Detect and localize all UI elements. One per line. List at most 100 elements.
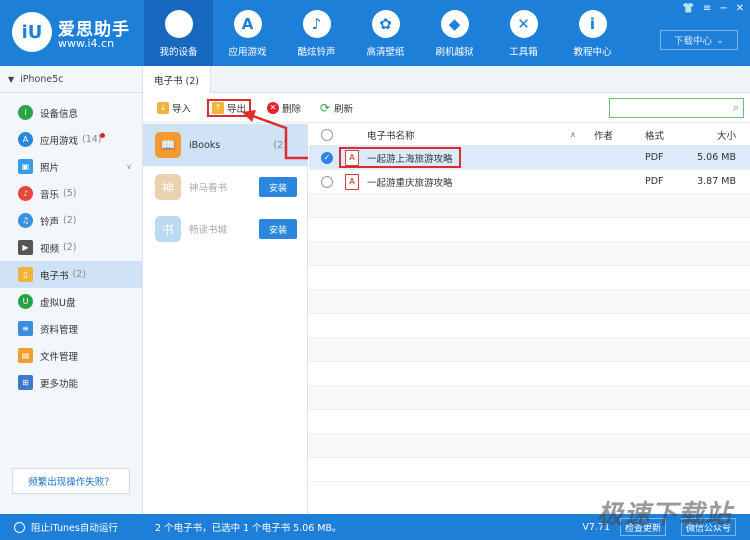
ebook-table: 电子书名称 ∧ 作者 格式 大小 ✓ A 一起游上海旅游攻略 PDF 5.06 … [309, 124, 750, 514]
sidebar-item-data-management[interactable]: ≡ 资料管理 [0, 315, 142, 342]
photo-icon: ▣ [18, 159, 33, 174]
download-center-button[interactable]: 下载中心 ⌄ [660, 30, 738, 50]
sidebar-menu: i 设备信息 A 应用游戏 (14) ▣ 照片 ∨ ♪ 音乐 (5) ♫ 铃声 … [0, 93, 142, 396]
chevron-down-icon[interactable]: ∨ [126, 162, 132, 171]
ebook-size: 5.06 MB [697, 152, 736, 163]
nav-toolbox[interactable]: ✕ 工具箱 [489, 0, 558, 66]
sidebar-item-more[interactable]: ⊞ 更多功能 [0, 369, 142, 396]
music-icon: ♪ [18, 186, 33, 201]
sidebar-item-file-management[interactable]: ▤ 文件管理 [0, 342, 142, 369]
app-header: iU 爱思助手 www.i4.cn 我的设备 A 应用游戏 ♪ 酷炫铃声 ✿ 高… [0, 0, 750, 66]
toolbar: ↓ 导入 ↑ 导出 ✕ 删除 ⟳ 刷新 ⌕ [143, 93, 750, 123]
search-box: ⌕ [609, 98, 744, 118]
dropbox-icon: ◆ [440, 10, 469, 38]
header-name[interactable]: 电子书名称 [367, 128, 415, 142]
sidebar-item-music[interactable]: ♪ 音乐 (5) [0, 180, 142, 207]
table-row[interactable]: A 一起游重庆旅游攻略 PDF 3.87 MB [309, 170, 750, 194]
empty-row [309, 410, 750, 434]
delete-button[interactable]: ✕ 删除 [265, 99, 303, 117]
close-icon[interactable]: ✕ [736, 3, 744, 14]
itunes-label: 阻止iTunes自动运行 [31, 523, 118, 534]
sidebar-item-videos[interactable]: ▶ 视频 (2) [0, 234, 142, 261]
header-format[interactable]: 格式 [645, 128, 664, 142]
nav-ringtones[interactable]: ♪ 酷炫铃声 [282, 0, 351, 66]
reader-app-list: 📖 iBooks (2) 神 神马看书 安装 书 畅读书城 安装 [143, 124, 308, 514]
nav-tutorials[interactable]: i 教程中心 [558, 0, 627, 66]
nav-label: 教程中心 [573, 47, 612, 58]
nav-wallpapers[interactable]: ✿ 高清壁纸 [351, 0, 420, 66]
sidebar-item-device-info[interactable]: i 设备信息 [0, 99, 142, 126]
sidebar-item-label: 设备信息 [40, 108, 79, 120]
device-selector[interactable]: ▼ iPhone5c [0, 66, 142, 93]
nav-label: 酷炫铃声 [297, 47, 336, 58]
file-icon: ▤ [18, 348, 33, 363]
sidebar-item-ringtones[interactable]: ♫ 铃声 (2) [0, 207, 142, 234]
block-itunes-toggle[interactable]: 阻止iTunes自动运行 [0, 520, 143, 534]
sidebar-item-label: 音乐 [40, 189, 60, 201]
sort-asc-icon[interactable]: ∧ [570, 130, 576, 139]
caret-down-icon: ▼ [8, 74, 15, 84]
table-row[interactable]: ✓ A 一起游上海旅游攻略 PDF 5.06 MB [309, 146, 750, 170]
select-all-checkbox[interactable] [321, 128, 333, 141]
radio-icon [14, 521, 25, 533]
sidebar-item-photos[interactable]: ▣ 照片 ∨ [0, 153, 142, 180]
search-input[interactable] [612, 100, 733, 116]
empty-row [309, 266, 750, 290]
app-changdu[interactable]: 书 畅读书城 安装 [143, 208, 307, 250]
refresh-button[interactable]: ⟳ 刷新 [317, 99, 355, 117]
sidebar-item-label: 文件管理 [40, 351, 79, 363]
nav-flash-jailbreak[interactable]: ◆ 刷机越狱 [420, 0, 489, 66]
logo-icon: iU [12, 12, 52, 52]
sidebar-item-count: (5) [63, 188, 77, 199]
feedback-button[interactable]: 频繁出现操作失败？ [12, 468, 130, 494]
nav-label: 我的设备 [159, 47, 198, 58]
changdu-app-icon: 书 [155, 216, 181, 242]
menu-icon[interactable]: ≡ [703, 3, 711, 14]
tab-ebooks[interactable]: 电子书 (2) [143, 66, 211, 94]
info-icon: i [18, 105, 33, 120]
export-button[interactable]: ↑ 导出 [207, 98, 252, 117]
empty-row [309, 242, 750, 266]
shirt-icon[interactable]: 👕 [682, 3, 694, 14]
import-icon: ↓ [157, 101, 169, 114]
delete-label: 删除 [282, 103, 302, 115]
install-button[interactable]: 安装 [259, 177, 297, 197]
sidebar-item-apps[interactable]: A 应用游戏 (14) [0, 126, 142, 153]
nav-label: 工具箱 [509, 47, 538, 58]
sidebar-item-label: 视频 [40, 243, 60, 255]
sidebar-item-label: 照片 [40, 162, 60, 174]
download-icon: ⌄ [716, 34, 724, 46]
row-checkbox[interactable]: ✓ [321, 151, 333, 164]
minimize-icon[interactable]: − [719, 3, 727, 14]
app-shenma[interactable]: 神 神马看书 安装 [143, 166, 307, 208]
shenma-app-icon: 神 [155, 174, 181, 200]
app-ibooks[interactable]: 📖 iBooks (2) [143, 124, 307, 166]
import-button[interactable]: ↓ 导入 [155, 99, 193, 117]
header-author[interactable]: 作者 [594, 128, 613, 142]
search-icon[interactable]: ⌕ [733, 101, 739, 115]
pdf-icon: A [345, 173, 359, 190]
app-name: iBooks [189, 139, 221, 151]
install-button[interactable]: 安装 [259, 219, 297, 239]
sidebar-item-label: 电子书 [40, 270, 69, 282]
main-nav: 我的设备 A 应用游戏 ♪ 酷炫铃声 ✿ 高清壁纸 ◆ 刷机越狱 ✕ 工具箱 i… [144, 0, 627, 66]
empty-row [309, 194, 750, 218]
sidebar-item-label: 资料管理 [40, 324, 79, 336]
empty-row [309, 218, 750, 242]
flower-icon: ✿ [371, 10, 400, 38]
grid-icon: ⊞ [18, 375, 33, 390]
nav-my-device[interactable]: 我的设备 [144, 0, 213, 66]
sidebar-item-virtual-udisk[interactable]: U 虚拟U盘 [0, 288, 142, 315]
sidebar-item-count: (2) [72, 269, 86, 280]
import-label: 导入 [172, 103, 192, 115]
bell-icon: ♫ [18, 213, 33, 228]
sidebar-item-ebooks[interactable]: ▯ 电子书 (2) [0, 261, 142, 288]
ebook-size: 3.87 MB [697, 176, 736, 187]
brand-url: www.i4.cn [58, 37, 115, 50]
sidebar-item-label: 更多功能 [40, 378, 79, 390]
nav-apps-games[interactable]: A 应用游戏 [213, 0, 282, 66]
row-checkbox[interactable] [321, 175, 333, 188]
refresh-label: 刷新 [334, 103, 354, 115]
header-size[interactable]: 大小 [717, 128, 736, 142]
ibooks-icon: 📖 [155, 132, 181, 158]
